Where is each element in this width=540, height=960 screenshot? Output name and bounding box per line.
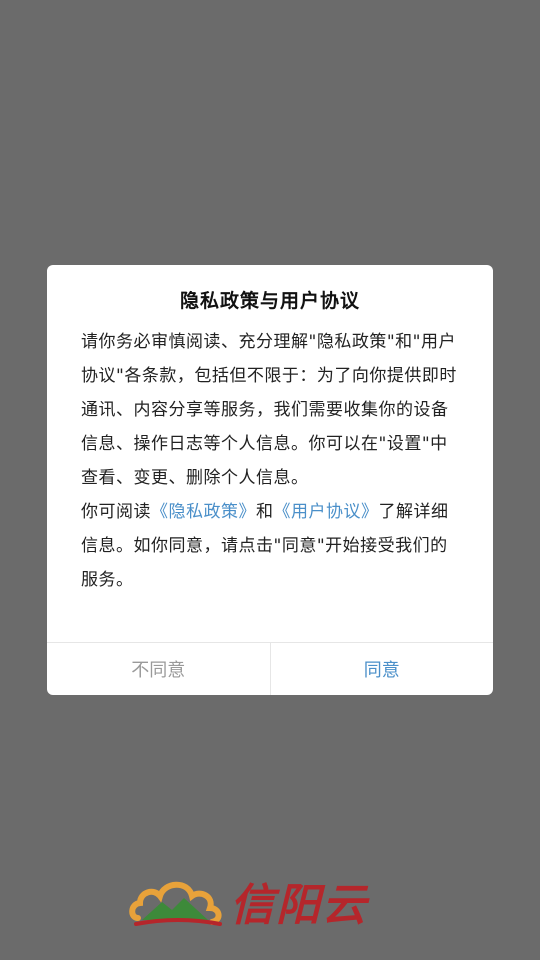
dialog-paragraph-2: 你可阅读《隐私政策》和《用户协议》了解详细信息。如你同意，请点击"同意"开始接受…: [81, 495, 459, 597]
dialog-body: 请你务必审慎阅读、充分理解"隐私政策"和"用户协议"各条款，包括但不限于：为了向…: [81, 325, 459, 597]
privacy-dialog: 隐私政策与用户协议 请你务必审慎阅读、充分理解"隐私政策"和"用户协议"各条款，…: [47, 265, 493, 695]
paragraph-2-prefix: 你可阅读: [81, 502, 151, 522]
logo-text: 信阳云: [230, 880, 368, 931]
privacy-policy-link[interactable]: 《隐私政策》: [151, 502, 256, 522]
paragraph-2-and: 和: [256, 502, 274, 522]
dialog-paragraph-1: 请你务必审慎阅读、充分理解"隐私政策"和"用户协议"各条款，包括但不限于：为了向…: [81, 332, 457, 488]
dialog-title: 隐私政策与用户协议: [179, 290, 360, 312]
dialog-buttons: 不同意 同意: [47, 642, 493, 695]
agree-button[interactable]: 同意: [271, 643, 494, 695]
cloud-mountain-icon: [129, 881, 222, 926]
disagree-button[interactable]: 不同意: [47, 643, 271, 695]
user-agreement-link[interactable]: 《用户协议》: [274, 502, 379, 522]
app-logo: 信阳云: [128, 870, 418, 932]
